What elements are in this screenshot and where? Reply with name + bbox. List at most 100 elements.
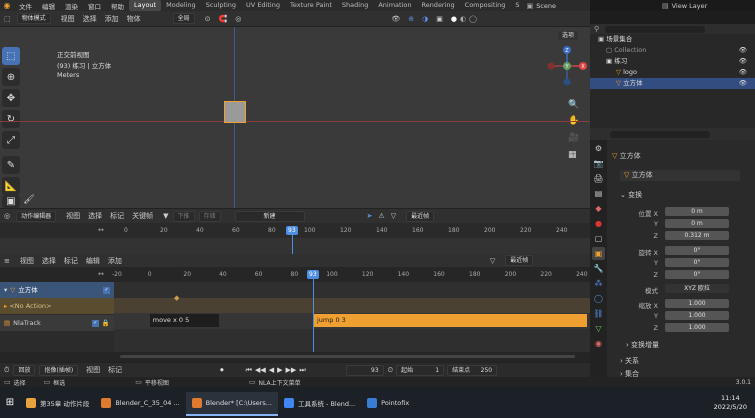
- options-dropdown[interactable]: 选项: [557, 30, 580, 41]
- channel-object[interactable]: ▾ ▽ 立方体 ✓: [0, 282, 114, 298]
- editor-mode-dropdown[interactable]: 动作编辑器: [16, 210, 57, 222]
- navigation-gizmo[interactable]: Z Y X: [546, 45, 588, 87]
- delta-transform-header[interactable]: › 变换增量: [626, 340, 659, 350]
- taskbar-item[interactable]: Blender_C_35_04 ...: [95, 392, 185, 416]
- menu-select[interactable]: 选择: [42, 256, 56, 266]
- outliner-item-collection[interactable]: ▢ Collection 👁: [590, 45, 755, 56]
- taskbar-item[interactable]: Pointofix: [361, 392, 415, 416]
- shading-solid-icon[interactable]: ●: [451, 15, 457, 23]
- material-tab-icon[interactable]: ◉: [592, 337, 605, 350]
- playhead-frame-2[interactable]: 93: [307, 270, 319, 279]
- record-icon[interactable]: ⏺: [220, 366, 224, 375]
- menu-select[interactable]: 选择: [83, 14, 97, 24]
- keyframe-marker-icon[interactable]: ◆: [174, 294, 179, 302]
- world-tab-icon[interactable]: ●: [592, 217, 605, 230]
- menu-keyframe[interactable]: 关键帧: [132, 211, 153, 221]
- editor-type-icon[interactable]: ⬚: [4, 15, 11, 23]
- visibility-icon[interactable]: 👁: [391, 15, 400, 23]
- annotate-icon[interactable]: ✎: [2, 156, 20, 174]
- measure-icon[interactable]: 📐: [2, 177, 20, 195]
- menu-render[interactable]: 渲染: [60, 1, 83, 11]
- shading-render-icon[interactable]: ◯: [469, 15, 477, 23]
- eye-icon[interactable]: 👁: [739, 78, 747, 89]
- nla-scrollbar[interactable]: [0, 352, 590, 362]
- channel-nla-track[interactable]: ▤ NlaTrack ✓ 🔒: [0, 315, 114, 331]
- jump-end-icon[interactable]: ⏭: [299, 366, 305, 375]
- 3d-viewport[interactable]: ⬚ ⊕ ✥ ↻ ⤢ ✎ 📐 ▣ 🖌 正交前视图 (93) 练习 | 立方体 Me…: [0, 27, 590, 208]
- mode-dropdown[interactable]: 物体模式: [16, 13, 51, 24]
- checkbox-icon[interactable]: ✓: [103, 286, 110, 294]
- tab-more[interactable]: S: [510, 0, 524, 11]
- channel-no-action[interactable]: ▸ <No Action>: [0, 298, 114, 314]
- collections-header[interactable]: › 集合: [620, 369, 639, 377]
- location-z-field[interactable]: 0.312 m: [665, 231, 729, 240]
- add-cube-icon[interactable]: ▣: [2, 195, 20, 208]
- outliner-item-logo[interactable]: ▽ logo 👁: [590, 67, 755, 78]
- orientation-dropdown[interactable]: 全局: [172, 13, 195, 24]
- data-tab-icon[interactable]: ▽: [592, 322, 605, 335]
- relations-header[interactable]: › 关系: [620, 356, 639, 366]
- jump-start-icon[interactable]: ⏮: [246, 366, 252, 375]
- editor-type-icon[interactable]: ≡: [4, 257, 10, 265]
- collection-tab-icon[interactable]: ▢: [592, 232, 605, 245]
- taskbar-item[interactable]: 第35章 动作片段: [20, 392, 95, 416]
- view-layer-tab-icon[interactable]: ▤: [592, 187, 605, 200]
- menu-window[interactable]: 窗口: [83, 1, 106, 11]
- cursor-arrow-icon[interactable]: ➤: [367, 212, 373, 220]
- editor-type-icon[interactable]: ◎: [4, 212, 10, 220]
- tab-rendering[interactable]: Rendering: [416, 0, 459, 11]
- transform-extra-icon[interactable]: 🖌: [22, 195, 36, 208]
- menu-add[interactable]: 添加: [108, 256, 122, 266]
- warning-icon[interactable]: ⚠: [378, 212, 384, 220]
- keying-dropdown[interactable]: 抠像(插帧): [39, 364, 79, 376]
- start-frame-field[interactable]: 起始 1: [396, 364, 445, 376]
- select-box-icon[interactable]: ⬚: [2, 47, 20, 65]
- menu-view[interactable]: 视图: [20, 256, 34, 266]
- proportional-icon[interactable]: ◎: [235, 15, 241, 23]
- menu-marker[interactable]: 标记: [110, 211, 124, 221]
- tab-layout[interactable]: Layout: [129, 0, 162, 11]
- timeline-editor-icon[interactable]: ⏱: [4, 366, 9, 375]
- system-clock[interactable]: 11:14 2022/5/20: [714, 394, 747, 412]
- tab-compositing[interactable]: Compositing: [460, 0, 511, 11]
- output-tab-icon[interactable]: 🖨: [592, 172, 605, 185]
- strip-move[interactable]: move x 0 5: [149, 314, 220, 327]
- rotation-mode-dropdown[interactable]: XYZ 欧拉: [665, 284, 729, 293]
- blender-logo-icon[interactable]: ◉: [0, 1, 14, 10]
- scale-icon[interactable]: ⤢: [2, 131, 20, 149]
- scale-x-field[interactable]: 1.000: [665, 299, 729, 308]
- playhead-frame-1[interactable]: 93: [286, 226, 298, 235]
- render-tab-icon[interactable]: 📷: [592, 157, 605, 170]
- menu-file[interactable]: 文件: [14, 1, 37, 11]
- filter-icon[interactable]: ⚲: [594, 25, 599, 33]
- checkbox-icon[interactable]: ✓: [91, 319, 99, 327]
- overlay-icon[interactable]: ◑: [422, 15, 428, 23]
- move-icon[interactable]: ✥: [2, 89, 20, 107]
- menu-select[interactable]: 选择: [88, 211, 102, 221]
- rotation-z-field[interactable]: 0°: [665, 270, 729, 279]
- menu-view[interactable]: 视图: [61, 14, 75, 24]
- scene-tab-icon[interactable]: ◆: [592, 202, 605, 215]
- scrollbar-thumb[interactable]: [120, 355, 575, 358]
- snap-icon[interactable]: 🧲: [219, 15, 228, 23]
- menu-help[interactable]: 帮助: [106, 1, 129, 11]
- grid-icon[interactable]: ▦: [568, 150, 577, 160]
- gizmo-icon[interactable]: ⊕: [408, 15, 414, 23]
- xray-icon[interactable]: ▣: [436, 15, 443, 23]
- menu-object[interactable]: 物体: [127, 14, 141, 24]
- particles-tab-icon[interactable]: ⁂: [592, 277, 605, 290]
- scale-z-field[interactable]: 1.000: [665, 323, 729, 332]
- menu-marker[interactable]: 标记: [64, 256, 78, 266]
- action-browse-icon[interactable]: ▼: [163, 212, 168, 220]
- scale-y-field[interactable]: 1.000: [665, 311, 729, 320]
- snap-dropdown[interactable]: 最近帧: [505, 255, 534, 266]
- stash-button[interactable]: 存储: [198, 210, 221, 222]
- range-arrows-icon[interactable]: ↔: [98, 226, 104, 234]
- shading-material-icon[interactable]: ◐: [460, 15, 466, 23]
- eye-icon[interactable]: 👁: [739, 67, 747, 78]
- play-icon[interactable]: ▶: [277, 366, 282, 374]
- transform-section-header[interactable]: ⌄ 变换: [620, 190, 642, 200]
- modifier-tab-icon[interactable]: 🔧: [592, 262, 605, 275]
- playback-dropdown[interactable]: 回放: [13, 364, 36, 376]
- menu-add[interactable]: 添加: [105, 14, 119, 24]
